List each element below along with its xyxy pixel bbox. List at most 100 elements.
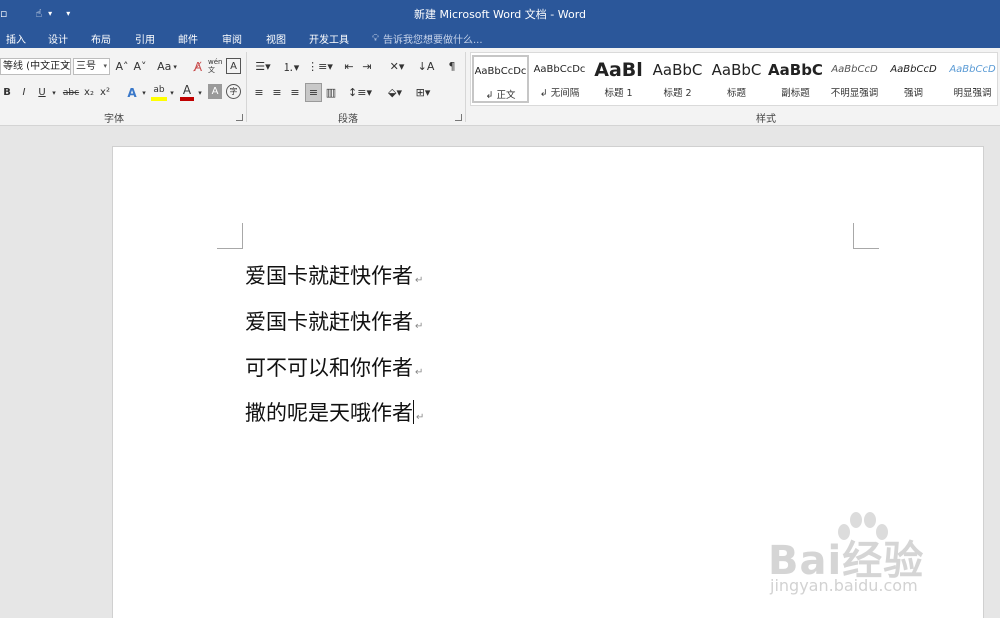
show-marks-icon[interactable]: ¶	[444, 58, 460, 75]
style-sample: AaBbC	[652, 61, 703, 79]
chevron-down-icon[interactable]: ▾	[50, 84, 58, 101]
borders-icon[interactable]: ⊞▾	[412, 84, 434, 101]
paragraph-text: 可不可以和你作者	[245, 356, 413, 380]
shading-icon[interactable]: ⬙▾	[384, 84, 406, 101]
strikethrough-button[interactable]: abc	[62, 84, 80, 101]
text-effects-icon[interactable]: A	[125, 84, 139, 101]
grow-font-button[interactable]: A˄	[114, 58, 130, 75]
tab-view[interactable]: 视图	[266, 31, 286, 46]
paragraph-group-label: 段落	[338, 114, 358, 125]
paragraph-text: 撒的呢是天哦作者	[245, 401, 413, 425]
chevron-down-icon: ▾	[173, 62, 177, 71]
change-case-label: Aa	[157, 60, 172, 73]
character-border-button[interactable]: A	[226, 58, 241, 74]
style-no-spacing[interactable]: AaBbCcDc ↲ 无间隔	[531, 55, 588, 103]
style-heading-2[interactable]: AaBbC 标题 2	[649, 55, 706, 103]
style-name: 强调	[903, 88, 923, 99]
style-name: ↲ 正文	[485, 90, 516, 101]
chinese-layout-icon[interactable]: ✕▾	[386, 58, 408, 75]
tell-me-box[interactable]: 💡︎ 告诉我您想要做什么...	[372, 31, 483, 46]
document-paragraph[interactable]: 撒的呢是天哦作者 ↵	[245, 397, 424, 427]
clear-formatting-icon[interactable]: A̸	[190, 58, 206, 75]
style-name: 明显强调	[953, 88, 992, 99]
style-name: ↲ 无间隔	[539, 88, 580, 99]
title-bar: ▫ ☝ ▾ ▾ 新建 Microsoft Word 文档 - Word	[0, 0, 1000, 26]
enclose-characters-icon[interactable]: 字	[226, 84, 241, 99]
phonetic-guide-label: wén 文	[208, 58, 223, 74]
font-color-icon[interactable]: A	[180, 83, 194, 101]
bullets-icon[interactable]: ☰▾	[252, 58, 274, 75]
superscript-button[interactable]: x²	[98, 84, 112, 101]
chevron-down-icon: ▾	[103, 62, 107, 70]
style-heading-1[interactable]: AaBl 标题 1	[590, 55, 647, 103]
group-divider	[465, 52, 466, 122]
styles-gallery: AaBbCcDc ↲ 正文 AaBbCcDc ↲ 无间隔 AaBl 标题 1 A…	[470, 52, 998, 106]
font-dialog-launcher-icon[interactable]	[236, 114, 243, 121]
shrink-font-button[interactable]: A˅	[132, 58, 148, 75]
document-page[interactable]: 爱国卡就赶快作者 ↵ 爱国卡就赶快作者 ↵ 可不可以和你作者 ↵ 撒的呢是天哦作者 ↵	[112, 146, 984, 618]
bold-button[interactable]: B	[1, 84, 13, 101]
style-name: 标题 1	[604, 88, 633, 99]
character-shading-icon[interactable]: A	[208, 84, 222, 99]
highlight-color-icon[interactable]: ab	[151, 83, 167, 101]
italic-button[interactable]: I	[18, 84, 30, 101]
tab-references[interactable]: 引用	[135, 31, 155, 46]
sort-icon[interactable]: ↓A	[418, 58, 435, 75]
font-group-label: 字体	[104, 114, 124, 125]
justify-icon[interactable]: ≡	[305, 83, 322, 102]
style-sample: AaBbC	[711, 61, 762, 79]
font-size-combo[interactable]: 三号 ▾	[73, 58, 110, 75]
align-center-icon[interactable]: ≡	[270, 84, 284, 101]
style-sample: AaBbCcD	[831, 64, 878, 75]
subscript-button[interactable]: x₂	[82, 84, 96, 101]
chevron-down-icon[interactable]: ▾	[168, 84, 176, 101]
font-name-value: 等线 (中文正文	[3, 61, 71, 72]
style-subtle-emphasis[interactable]: AaBbCcD 不明显强调	[826, 55, 883, 103]
style-name: 副标题	[781, 88, 810, 99]
change-case-button[interactable]: Aa ▾	[153, 58, 181, 75]
style-intense-emphasis[interactable]: AaBbCcD 明显强调	[944, 55, 1000, 103]
lightbulb-icon: 💡︎	[372, 33, 379, 44]
document-paragraph[interactable]: 爱国卡就赶快作者 ↵	[245, 260, 423, 290]
decrease-indent-icon[interactable]: ⇤	[341, 58, 357, 75]
paragraph-mark-icon: ↵	[415, 367, 424, 378]
tab-layout[interactable]: 布局	[91, 31, 111, 46]
margin-corner-top-right	[853, 223, 879, 249]
ribbon: 等线 (中文正文 ▾ 三号 ▾ A˄ A˅ Aa ▾ A̸ wén 文 A B I U…	[0, 48, 1000, 126]
align-left-icon[interactable]: ≡	[252, 84, 266, 101]
document-paragraph[interactable]: 可不可以和你作者 ↵	[245, 352, 423, 382]
style-sample: AaBbC	[768, 61, 823, 79]
phonetic-guide-button[interactable]: wén 文	[208, 56, 224, 76]
tab-mailings[interactable]: 邮件	[178, 31, 198, 46]
font-size-value: 三号	[76, 61, 96, 72]
text-cursor	[413, 400, 414, 424]
multilevel-list-icon[interactable]: ⋮≡▾	[307, 58, 333, 75]
style-subtitle[interactable]: AaBbC 副标题	[767, 55, 824, 103]
font-name-combo[interactable]: 等线 (中文正文 ▾	[0, 58, 71, 75]
paragraph-text: 爱国卡就赶快作者	[245, 310, 413, 334]
tab-developer[interactable]: 开发工具	[309, 31, 349, 46]
tab-design[interactable]: 设计	[48, 31, 68, 46]
style-sample: AaBbCcD	[890, 64, 937, 75]
tab-insert[interactable]: 插入	[6, 31, 26, 46]
style-title[interactable]: AaBbC 标题	[708, 55, 765, 103]
paragraph-dialog-launcher-icon[interactable]	[455, 114, 462, 121]
paragraph-mark-icon: ↵	[416, 412, 425, 423]
style-sample: AaBl	[594, 59, 643, 81]
distributed-icon[interactable]: ▥	[324, 84, 338, 101]
paragraph-text: 爱国卡就赶快作者	[245, 264, 413, 288]
chevron-down-icon[interactable]: ▾	[196, 84, 204, 101]
underline-button[interactable]: U	[36, 84, 48, 101]
paragraph-mark-icon: ↵	[415, 275, 424, 286]
ribbon-tabs: 插入 设计 布局 引用 邮件 审阅 视图 开发工具 💡︎ 告诉我您想要做什么..…	[0, 26, 1000, 48]
chevron-down-icon: ▾	[64, 62, 68, 70]
document-paragraph[interactable]: 爱国卡就赶快作者 ↵	[245, 306, 423, 336]
numbering-icon[interactable]: ⒈▾	[280, 58, 302, 75]
increase-indent-icon[interactable]: ⇥	[359, 58, 375, 75]
style-emphasis[interactable]: AaBbCcD 强调	[885, 55, 942, 103]
chevron-down-icon[interactable]: ▾	[140, 84, 148, 101]
line-spacing-icon[interactable]: ↕≡▾	[348, 84, 372, 101]
style-normal[interactable]: AaBbCcDc ↲ 正文	[472, 55, 529, 103]
tab-review[interactable]: 审阅	[222, 31, 242, 46]
align-right-icon[interactable]: ≡	[288, 84, 302, 101]
